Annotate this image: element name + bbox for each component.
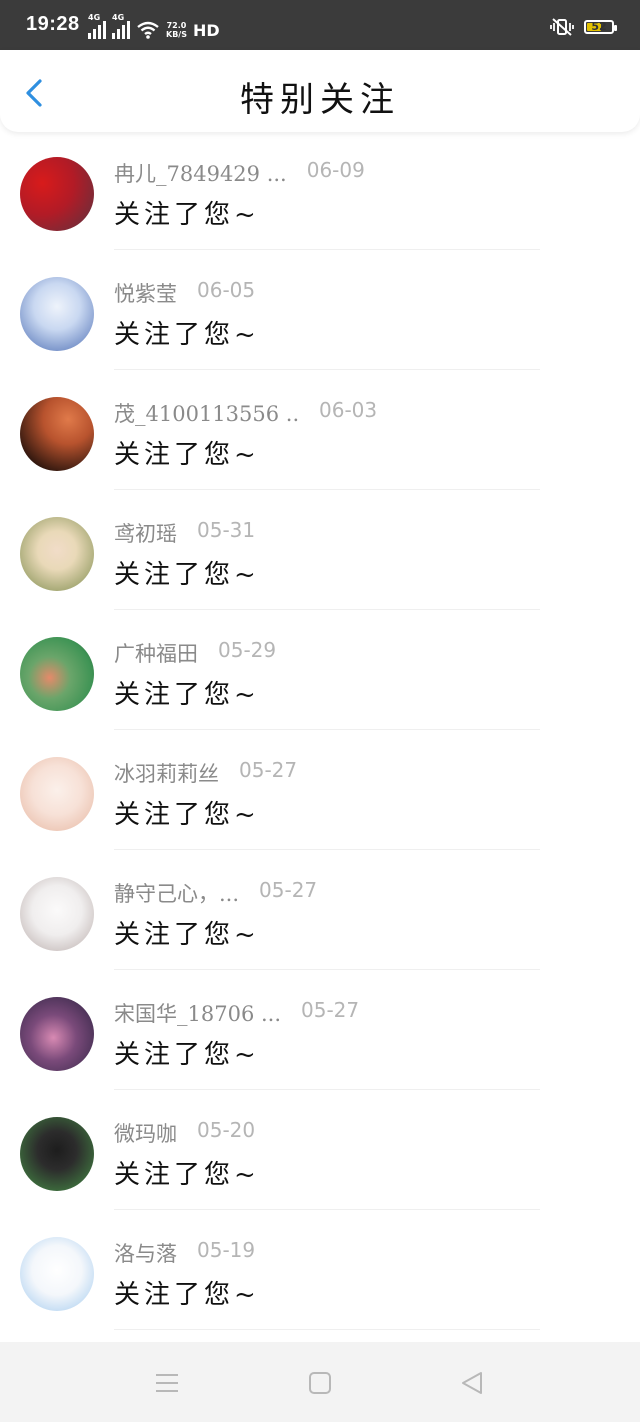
list-item[interactable]: 冉儿_7849429 ... 06-09 关注了您~ bbox=[0, 130, 640, 250]
follow-message: 关注了您~ bbox=[114, 1160, 260, 1190]
avatar[interactable] bbox=[20, 1117, 94, 1191]
list-item[interactable]: 茂_4100113556 ... 06-03 关注了您~ bbox=[0, 370, 640, 490]
avatar[interactable] bbox=[20, 637, 94, 711]
name-row: 广种福田 05-29 bbox=[114, 638, 276, 668]
follow-date: 06-03 bbox=[319, 398, 378, 422]
user-name: 鸢初瑶 bbox=[114, 522, 177, 546]
name-row: 冰羽莉莉丝 05-27 bbox=[114, 758, 297, 788]
home-square-icon[interactable] bbox=[307, 1370, 333, 1396]
avatar[interactable] bbox=[20, 877, 94, 951]
name-row: 洛与落 05-19 bbox=[114, 1238, 255, 1268]
avatar[interactable] bbox=[20, 397, 94, 471]
net-speed: 72.0 KB/S bbox=[166, 21, 187, 39]
net-speed-unit: KB/S bbox=[166, 30, 187, 39]
follow-message: 关注了您~ bbox=[114, 1040, 260, 1070]
user-name: 冉儿_7849429 ... bbox=[114, 162, 287, 186]
follow-message: 关注了您~ bbox=[114, 560, 260, 590]
list-item[interactable]: 广种福田 05-29 关注了您~ bbox=[0, 610, 640, 730]
signal-label-2: 4G bbox=[112, 13, 125, 22]
signal-label: 4G bbox=[88, 13, 101, 22]
battery-level: 52 bbox=[591, 20, 607, 33]
follow-date: 05-31 bbox=[197, 518, 256, 542]
follow-message: 关注了您~ bbox=[114, 320, 260, 350]
follow-date: 05-27 bbox=[239, 758, 298, 782]
nav-back-triangle-icon[interactable] bbox=[459, 1370, 485, 1396]
status-right: 52 bbox=[550, 17, 617, 37]
vibrate-mute-icon bbox=[550, 18, 574, 36]
signal-icon: 4G bbox=[88, 13, 106, 39]
follow-date: 06-09 bbox=[306, 158, 365, 182]
list-item[interactable]: 洛与落 05-19 关注了您~ bbox=[0, 1210, 640, 1330]
follow-list: 冉儿_7849429 ... 06-09 关注了您~ 悦紫莹 06-05 关注了… bbox=[0, 130, 640, 1330]
follow-message: 关注了您~ bbox=[114, 1280, 260, 1310]
signal-icon-2: 4G bbox=[112, 13, 130, 39]
status-bar: 19:28 4G 4G 72.0 KB/S HD 52 bbox=[0, 0, 640, 50]
user-name: 茂_4100113556 ... bbox=[114, 402, 299, 426]
user-name: 冰羽莉莉丝 bbox=[114, 762, 219, 786]
battery-icon: 52 bbox=[584, 20, 617, 34]
avatar[interactable] bbox=[20, 157, 94, 231]
follow-message: 关注了您~ bbox=[114, 800, 260, 830]
list-item[interactable]: 宋国华_18706 ... 05-27 关注了您~ bbox=[0, 970, 640, 1090]
follow-date: 05-27 bbox=[301, 998, 360, 1022]
name-row: 悦紫莹 06-05 bbox=[114, 278, 255, 308]
user-name: 微玛咖 bbox=[114, 1122, 177, 1146]
page-title: 特别关注 bbox=[240, 80, 400, 120]
avatar[interactable] bbox=[20, 277, 94, 351]
status-time: 19:28 bbox=[26, 13, 80, 35]
list-item[interactable]: 静守己心，... 05-27 关注了您~ bbox=[0, 850, 640, 970]
follow-date: 06-05 bbox=[197, 278, 256, 302]
list-item[interactable]: 冰羽莉莉丝 05-27 关注了您~ bbox=[0, 730, 640, 850]
system-nav-bar bbox=[0, 1342, 640, 1422]
name-row: 鸢初瑶 05-31 bbox=[114, 518, 255, 548]
list-item[interactable]: 鸢初瑶 05-31 关注了您~ bbox=[0, 490, 640, 610]
user-name: 悦紫莹 bbox=[114, 282, 177, 306]
name-row: 宋国华_18706 ... 05-27 bbox=[114, 998, 359, 1028]
avatar[interactable] bbox=[20, 517, 94, 591]
name-row: 静守己心，... 05-27 bbox=[114, 878, 317, 908]
follow-date: 05-20 bbox=[197, 1118, 256, 1142]
follow-message: 关注了您~ bbox=[114, 200, 260, 230]
avatar[interactable] bbox=[20, 757, 94, 831]
user-name: 宋国华_18706 ... bbox=[114, 1002, 282, 1026]
follow-date: 05-19 bbox=[197, 1238, 256, 1262]
name-row: 冉儿_7849429 ... 06-09 bbox=[114, 158, 365, 188]
status-icons: 4G 4G 72.0 KB/S HD bbox=[88, 13, 220, 42]
follow-date: 05-27 bbox=[259, 878, 318, 902]
list-item[interactable]: 悦紫莹 06-05 关注了您~ bbox=[0, 250, 640, 370]
net-speed-value: 72.0 bbox=[166, 21, 187, 30]
hd-icon: HD bbox=[192, 20, 220, 40]
follow-message: 关注了您~ bbox=[114, 440, 260, 470]
follow-message: 关注了您~ bbox=[114, 920, 260, 950]
divider bbox=[114, 1329, 540, 1330]
list-item[interactable]: 微玛咖 05-20 关注了您~ bbox=[0, 1090, 640, 1210]
avatar[interactable] bbox=[20, 1237, 94, 1311]
menu-icon[interactable] bbox=[154, 1370, 180, 1396]
follow-date: 05-29 bbox=[218, 638, 277, 662]
user-name: 广种福田 bbox=[114, 642, 198, 666]
wifi-icon bbox=[137, 21, 159, 39]
user-name: 静守己心，... bbox=[114, 882, 240, 906]
header-bar: 特别关注 bbox=[0, 50, 640, 132]
name-row: 茂_4100113556 ... 06-03 bbox=[114, 398, 377, 428]
follow-message: 关注了您~ bbox=[114, 680, 260, 710]
name-row: 微玛咖 05-20 bbox=[114, 1118, 255, 1148]
user-name: 洛与落 bbox=[114, 1242, 177, 1266]
avatar[interactable] bbox=[20, 997, 94, 1071]
